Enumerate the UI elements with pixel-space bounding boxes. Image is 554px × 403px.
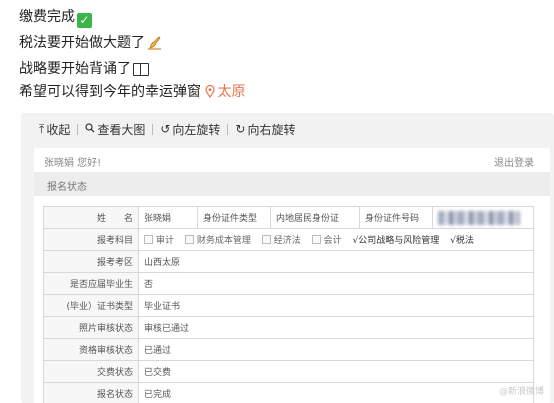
row-label: 资格审核状态 [43, 338, 139, 361]
id-type-label: 身份证件类型 [197, 206, 271, 229]
table-row: 姓 名 张晓娟 身份证件类型 内地居民身份证 身份证件号码 [43, 206, 534, 229]
id-type-value: 内地居民身份证 [270, 206, 360, 229]
row-value: 已通过 [138, 338, 534, 361]
section-title: 报名状态 [47, 182, 87, 193]
row-label: 报名状态 [43, 382, 139, 403]
rotate-right-button[interactable]: ↻ 向右旋转 [235, 121, 295, 138]
table-row: 报名状态 已完成 [43, 382, 534, 403]
row-value: 审核已通过 [138, 316, 534, 339]
subjects-value: 审计 财务成本管理 经济法 会计 √公司战略与风险管理 √税法 [138, 228, 534, 251]
name-value: 张晓娟 [138, 206, 198, 229]
post-line-4: 希望可以得到今年的幸运弹窗 太原 [19, 83, 245, 101]
id-number-label: 身份证件号码 [359, 206, 433, 229]
row-label: 是否应届毕业生 [43, 272, 139, 295]
row-value: 已交费 [138, 360, 534, 383]
rotate-left-button[interactable]: ↺ 向左旋转 [160, 121, 220, 138]
search-icon [85, 122, 95, 136]
subject-option-selected: √公司战略与风险管理 [352, 236, 440, 246]
toolbar-divider [152, 123, 154, 135]
image-card: ⤒ 收起 查看大图 ↺ 向左旋转 ↻ 向右旋转 张晓娟 您好! 退出登录 报名状态 姓… [21, 113, 554, 403]
subject-option: 审计 [144, 233, 174, 246]
row-value: 已完成 [138, 382, 534, 403]
table-row: 报考科目 审计 财务成本管理 经济法 会计 √公司战略与风险管理 √税法 [43, 228, 534, 251]
collapse-icon: ⤒ [39, 121, 45, 136]
location-text: 太原 [217, 84, 246, 100]
rotate-right-icon: ↻ [235, 122, 246, 136]
checkbox [261, 235, 271, 244]
check-mark-emoji: ✓ [77, 13, 92, 28]
table-row: (毕业）证书类型 毕业证书 [43, 294, 534, 317]
collapse-button[interactable]: ⤒ 收起 [39, 121, 70, 138]
registration-screenshot[interactable]: 张晓娟 您好! 退出登录 报名状态 姓 名 张晓娟 身份证件类型 内地居民身份证… [34, 148, 550, 403]
rotate-left-icon: ↺ [160, 122, 171, 136]
location-pin-icon [205, 85, 216, 98]
toolbar-divider [77, 123, 79, 135]
post-text-4: 希望可以得到今年的幸运弹窗 [19, 84, 201, 100]
name-label: 姓 名 [43, 206, 139, 229]
post-line-2: 税法要开始做大题了 [19, 34, 162, 55]
row-label: 照片审核状态 [43, 316, 139, 339]
subject-option: 经济法 [261, 233, 301, 246]
open-book-emoji [133, 63, 149, 76]
section-header: 报名状态 [34, 172, 550, 196]
subjects-label: 报考科目 [43, 228, 139, 251]
registration-table: 姓 名 张晓娟 身份证件类型 内地居民身份证 身份证件号码 报考科目 审计 财务… [43, 206, 534, 403]
table-row: 资格审核状态 已通过 [43, 338, 534, 361]
toolbar-divider [227, 123, 229, 135]
post-line-1: 缴费完成 ✓ [19, 8, 92, 28]
table-row: 报考考区 山西太原 [43, 250, 534, 273]
row-label: (毕业）证书类型 [43, 294, 139, 317]
subject-option: 财务成本管理 [184, 233, 251, 246]
writing-hand-emoji [147, 36, 162, 55]
checkbox [184, 235, 194, 244]
row-label: 报考考区 [43, 250, 139, 273]
table-row: 是否应届毕业生 否 [43, 272, 534, 295]
id-number-value [432, 206, 534, 229]
view-large-button[interactable]: 查看大图 [85, 121, 145, 138]
post-line-3: 战略要开始背诵了 [19, 60, 149, 78]
checkbox [144, 235, 153, 244]
row-value: 山西太原 [138, 250, 534, 273]
user-greeting: 张晓娟 您好! [44, 158, 102, 169]
logout-link: 退出登录 [494, 158, 534, 169]
table-row: 照片审核状态 审核已通过 [43, 316, 534, 339]
post-text-3: 战略要开始背诵了 [19, 61, 131, 77]
image-toolbar: ⤒ 收起 查看大图 ↺ 向左旋转 ↻ 向右旋转 [39, 121, 296, 137]
table-row: 交费状态 已交费 [43, 360, 534, 383]
post-text-2: 税法要开始做大题了 [19, 35, 145, 51]
row-value: 毕业证书 [138, 294, 534, 317]
location-link[interactable]: 太原 [205, 84, 245, 100]
checkbox [311, 235, 321, 244]
subject-option: 会计 [311, 233, 342, 246]
row-label: 交费状态 [43, 360, 139, 383]
post-text-1: 缴费完成 [19, 9, 75, 25]
watermark: @新浪微博 [498, 387, 544, 397]
redacted-id-number [438, 210, 520, 225]
row-value: 否 [138, 272, 534, 295]
subject-option-selected: √税法 [450, 236, 474, 246]
